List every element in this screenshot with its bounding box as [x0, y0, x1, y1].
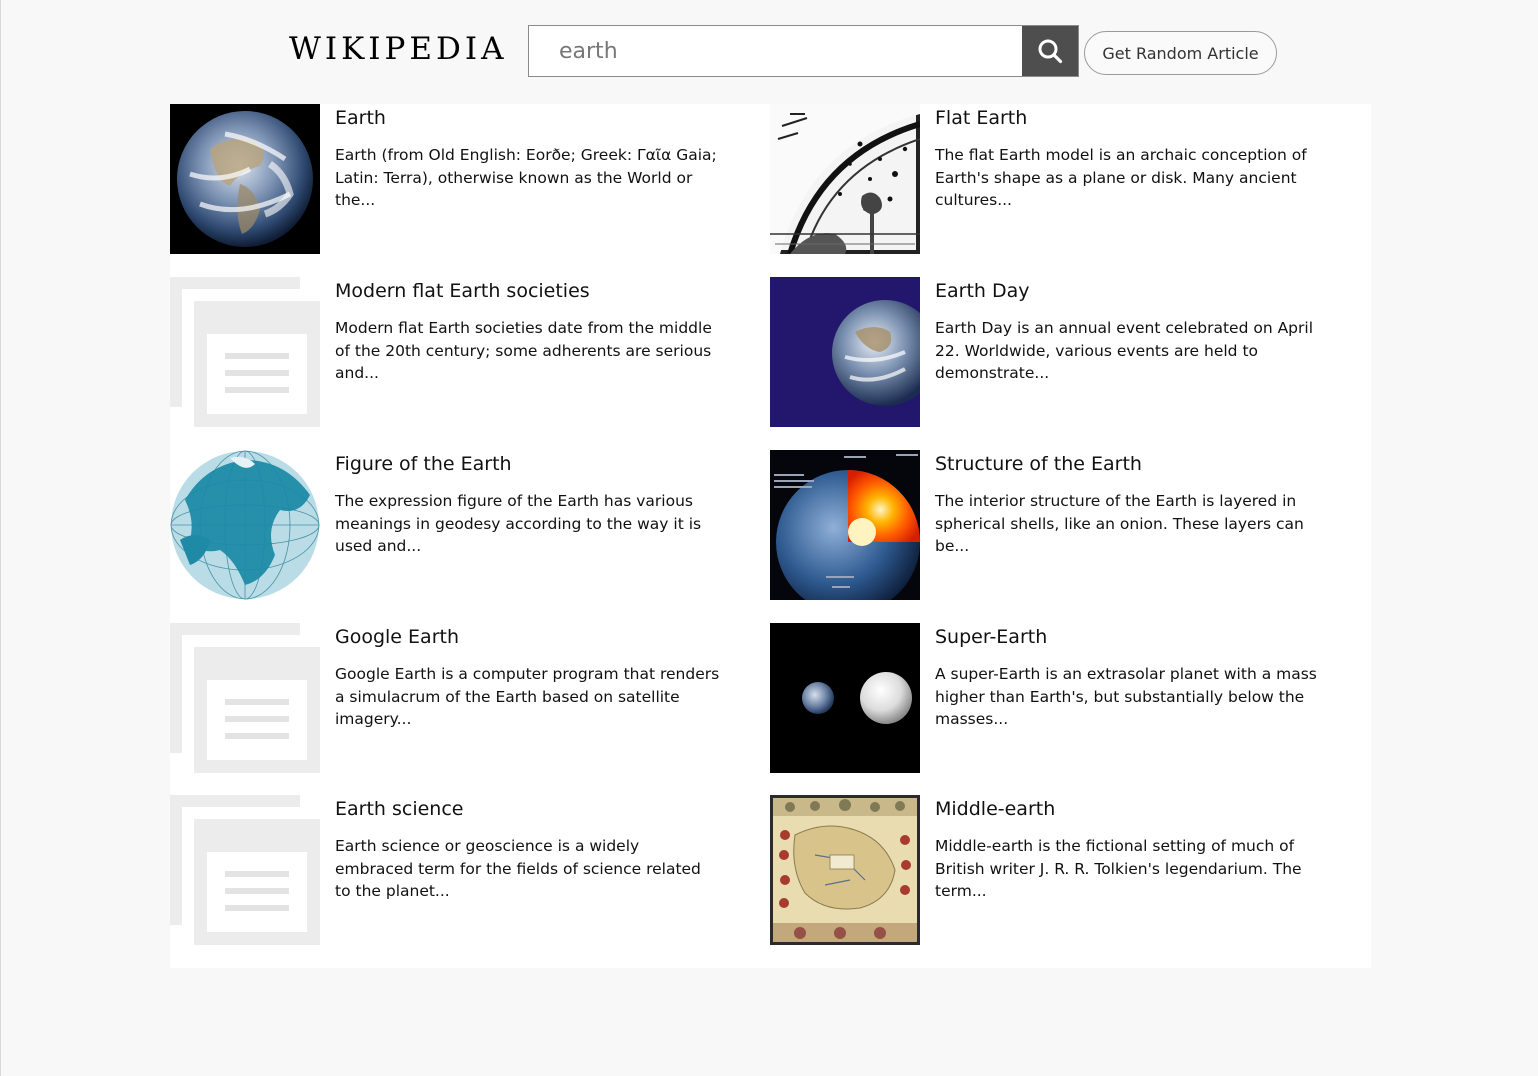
result-title[interactable]: Flat Earth	[935, 104, 1330, 132]
result-text: Earth Earth (from Old English: Eorðe; Gr…	[335, 104, 730, 212]
search-icon	[1038, 39, 1063, 64]
result-card[interactable]: Middle-earth Middle-earth is the fiction…	[770, 795, 1330, 945]
placeholder-article-icon[interactable]	[170, 623, 320, 773]
earth-day-thumbnail[interactable]	[770, 277, 920, 427]
result-card[interactable]: Modern flat Earth societies Modern flat …	[170, 277, 730, 427]
result-extract: The interior structure of the Earth is l…	[935, 492, 1304, 555]
result-text: Middle-earth Middle-earth is the fiction…	[935, 795, 1330, 903]
result-text: Figure of the Earth The expression figur…	[335, 450, 730, 558]
earth-cutaway-thumbnail[interactable]	[770, 450, 920, 600]
result-title[interactable]: Structure of the Earth	[935, 450, 1330, 478]
result-text: Earth Day Earth Day is an annual event c…	[935, 277, 1330, 385]
result-card[interactable]: Structure of the Earth The interior stru…	[770, 450, 1330, 600]
super-earth-thumbnail[interactable]	[770, 623, 920, 773]
result-title[interactable]: Earth	[335, 104, 730, 132]
results-panel: Earth Earth (from Old English: Eorðe; Gr…	[170, 104, 1371, 968]
result-card[interactable]: Super-Earth A super-Earth is an extrasol…	[770, 623, 1330, 773]
result-text: Flat Earth The flat Earth model is an ar…	[935, 104, 1330, 212]
wikipedia-logo[interactable]: WIKIPEDIA	[289, 30, 508, 68]
result-title[interactable]: Earth Day	[935, 277, 1330, 305]
result-extract: The flat Earth model is an archaic conce…	[935, 146, 1307, 209]
blue-globe-map-thumbnail[interactable]	[170, 450, 320, 600]
search-button[interactable]	[1022, 26, 1078, 76]
result-text: Earth science Earth science or geoscienc…	[335, 795, 730, 903]
result-title[interactable]: Super-Earth	[935, 623, 1330, 651]
result-text: Google Earth Google Earth is a computer …	[335, 623, 730, 731]
header: WIKIPEDIA Get Random Article	[1, 0, 1538, 100]
result-extract: Earth Day is an annual event celebrated …	[935, 319, 1314, 382]
result-card[interactable]: Flat Earth The flat Earth model is an ar…	[770, 104, 1330, 254]
result-extract: Modern flat Earth societies date from th…	[335, 319, 712, 382]
result-card[interactable]: Figure of the Earth The expression figur…	[170, 450, 730, 600]
result-card[interactable]: Earth Day Earth Day is an annual event c…	[770, 277, 1330, 427]
placeholder-article-icon[interactable]	[170, 795, 320, 945]
result-text: Super-Earth A super-Earth is an extrasol…	[935, 623, 1330, 731]
result-extract: Google Earth is a computer program that …	[335, 665, 720, 728]
result-extract: The expression figure of the Earth has v…	[335, 492, 702, 555]
random-article-button[interactable]: Get Random Article	[1084, 31, 1277, 75]
result-title[interactable]: Modern flat Earth societies	[335, 277, 730, 305]
middle-earth-map-thumbnail[interactable]	[770, 795, 920, 945]
result-title[interactable]: Figure of the Earth	[335, 450, 730, 478]
result-card[interactable]: Earth Earth (from Old English: Eorðe; Gr…	[170, 104, 730, 254]
result-text: Modern flat Earth societies Modern flat …	[335, 277, 730, 385]
result-card[interactable]: Earth science Earth science or geoscienc…	[170, 795, 730, 945]
placeholder-article-icon[interactable]	[170, 277, 320, 427]
result-title[interactable]: Earth science	[335, 795, 730, 823]
result-text: Structure of the Earth The interior stru…	[935, 450, 1330, 558]
earth-globe-thumbnail[interactable]	[170, 104, 320, 254]
result-extract: Earth science or geoscience is a widely …	[335, 837, 701, 900]
search-input[interactable]	[529, 26, 1022, 76]
result-title[interactable]: Middle-earth	[935, 795, 1330, 823]
result-title[interactable]: Google Earth	[335, 623, 730, 651]
result-extract: Middle-earth is the fictional setting of…	[935, 837, 1302, 900]
result-extract: Earth (from Old English: Eorðe; Greek: Γ…	[335, 146, 717, 209]
flammarion-engraving-thumbnail[interactable]	[770, 104, 920, 254]
result-extract: A super-Earth is an extrasolar planet wi…	[935, 665, 1317, 728]
search-bar	[528, 25, 1079, 77]
result-card[interactable]: Google Earth Google Earth is a computer …	[170, 623, 730, 773]
